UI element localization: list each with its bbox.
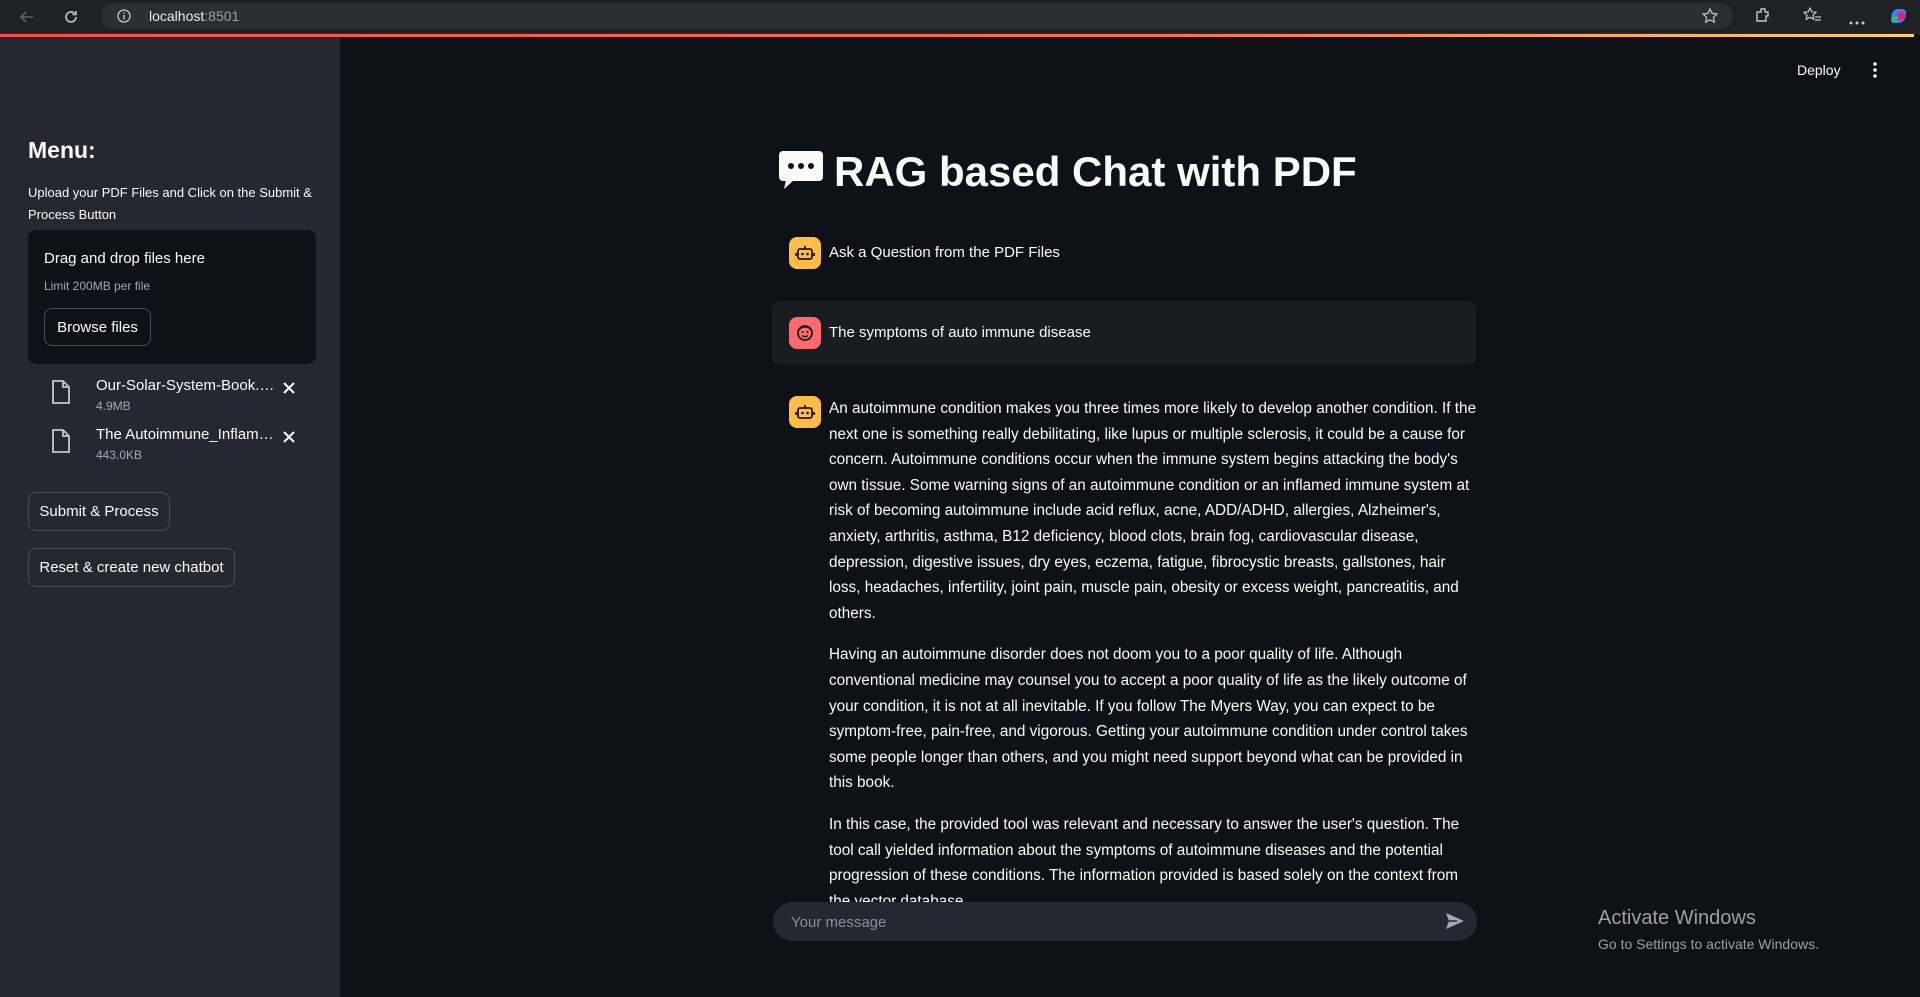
menu-title: Menu: [28, 137, 96, 163]
close-icon[interactable] [282, 430, 296, 449]
url-port: :8501 [204, 8, 240, 24]
menu-description: Upload your PDF Files and Click on the S… [28, 185, 312, 222]
answer-paragraph: An autoimmune condition makes you three … [829, 400, 1477, 622]
url-text[interactable]: localhost:8501 [149, 8, 239, 24]
assistant-greeting: Ask a Question from the PDF Files [829, 244, 1060, 261]
browse-files-button[interactable]: Browse files [44, 308, 151, 346]
back-icon[interactable] [16, 6, 38, 28]
url-host: localhost [149, 8, 205, 24]
browser-toolbar: localhost:8501 [0, 0, 1920, 34]
chat-input-container [773, 902, 1477, 943]
robot-icon [789, 396, 821, 428]
reload-icon[interactable] [60, 6, 82, 28]
favorites-icon[interactable] [1802, 6, 1822, 29]
info-icon[interactable] [117, 9, 131, 28]
send-icon[interactable] [1445, 912, 1465, 935]
page-title: RAG based Chat with PDF [834, 148, 1357, 195]
kebab-icon[interactable] [1872, 62, 1878, 83]
chat-bubble-icon [778, 150, 824, 195]
assistant-answer: An autoimmune condition makes you three … [829, 396, 1479, 930]
file-icon [50, 428, 72, 459]
submit-process-button[interactable]: Submit & Process [28, 492, 170, 531]
file-size: 443.0KB [96, 448, 143, 462]
file-dropzone[interactable]: Drag and drop files here Limit 200MB per… [28, 230, 316, 364]
copilot-icon[interactable] [1888, 6, 1908, 31]
deploy-button[interactable]: Deploy [1797, 62, 1841, 78]
sidebar: Menu: Upload your PDF Files and Click on… [0, 37, 340, 997]
uploaded-file-item: The Autoimmune_Inflammation.pdf 443.0KB [28, 422, 316, 466]
dropzone-limit: Limit 200MB per file [44, 279, 151, 293]
close-icon[interactable] [282, 381, 296, 400]
uploaded-file-item: Our-Solar-System-Book.pdf 4.9MB [28, 373, 316, 417]
answer-paragraph: In this case, the provided tool was rele… [829, 815, 1460, 910]
chat-message-input[interactable] [789, 902, 1413, 943]
address-bar[interactable]: localhost:8501 [101, 3, 1733, 29]
user-message-text: The symptoms of auto immune disease [829, 324, 1091, 341]
answer-paragraph: Having an autoimmune disorder does not d… [829, 646, 1468, 792]
extensions-icon[interactable] [1754, 6, 1772, 29]
file-name: Our-Solar-System-Book.pdf [96, 377, 278, 394]
file-size: 4.9MB [96, 399, 131, 413]
user-face-icon [789, 317, 821, 349]
more-icon[interactable] [1848, 13, 1866, 31]
reset-chatbot-button[interactable]: Reset & create new chatbot [28, 548, 235, 587]
file-icon [50, 379, 72, 410]
watermark-subtitle: Go to Settings to activate Windows. [1598, 936, 1819, 952]
dropzone-title: Drag and drop files here [44, 250, 205, 267]
page-title-row: RAG based Chat with PDF [778, 148, 1357, 196]
watermark-title: Activate Windows [1598, 907, 1756, 929]
windows-activation-watermark: Activate Windows Go to Settings to activ… [1598, 907, 1819, 952]
file-name: The Autoimmune_Inflammation.pdf [96, 426, 278, 443]
robot-icon [789, 237, 821, 269]
star-icon[interactable] [1701, 7, 1719, 30]
